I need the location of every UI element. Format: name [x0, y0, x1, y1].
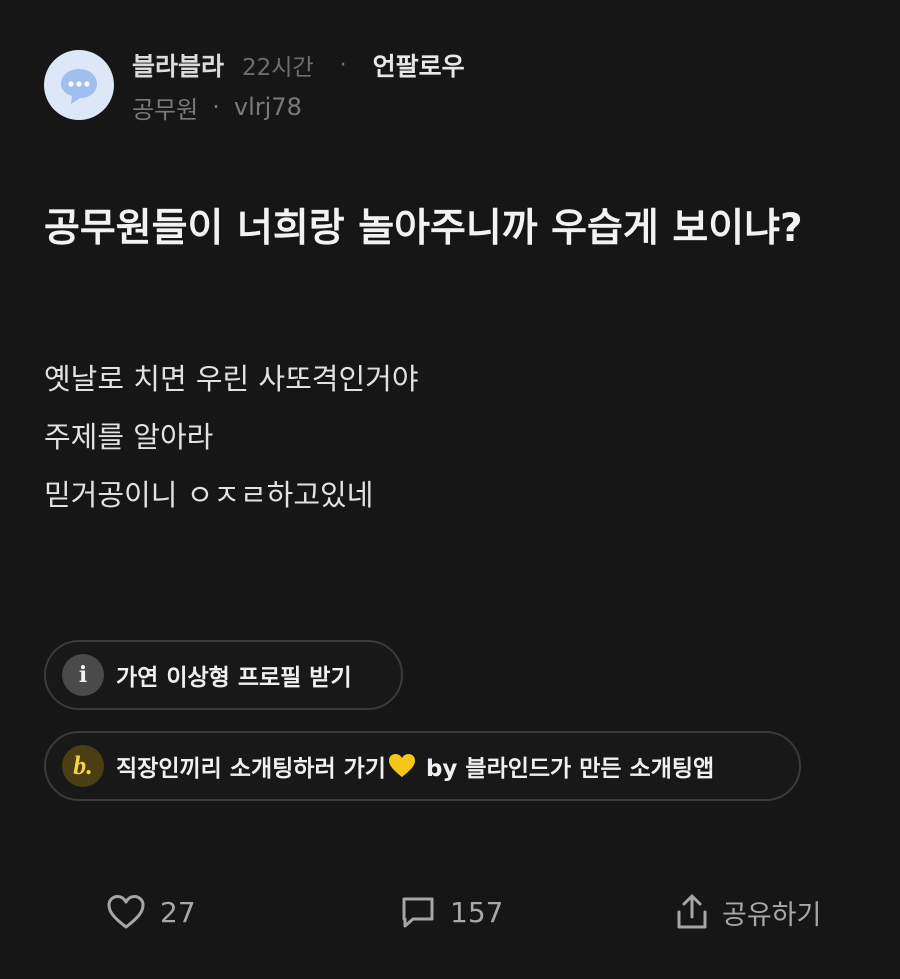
- unfollow-button[interactable]: 언팔로우: [373, 47, 465, 83]
- heart-icon: [107, 895, 145, 929]
- promo-label-text: 직장인끼리 소개팅하러 가기: [116, 756, 386, 782]
- speech-bubble-icon: [61, 69, 97, 104]
- comment-count: 157: [450, 895, 504, 929]
- post-header: 블라블라 22시간 · 언팔로우 공무원 · vlrj78: [44, 48, 864, 128]
- body-line: 주제를 알아라: [44, 420, 214, 454]
- like-button[interactable]: 27: [106, 888, 196, 936]
- post-time: 22시간: [242, 55, 314, 81]
- share-label: 공유하기: [722, 899, 822, 931]
- author-nickname: vlrj78: [233, 93, 302, 121]
- share-icon: [677, 894, 707, 929]
- comment-button[interactable]: 157: [400, 888, 503, 936]
- post-body: 옛날로 치면 우린 사또격인거야 주제를 알아라 믿거공이니 ㅇㅈㄹ하고있네: [44, 350, 844, 524]
- author-company: 공무원: [132, 95, 199, 124]
- body-line: 옛날로 치면 우린 사또격인거야: [44, 362, 419, 396]
- author-line: 공무원 · vlrj78: [132, 90, 302, 124]
- meta-separator: ·: [339, 52, 347, 78]
- promo-label: 직장인끼리 소개팅하러 가기 by 블라인드가 만든 소개팅앱: [116, 749, 714, 783]
- promo-chip-dating[interactable]: b. 직장인끼리 소개팅하러 가기 by 블라인드가 만든 소개팅앱: [44, 731, 801, 801]
- yellow-heart-icon: [388, 754, 415, 777]
- post-title: 공무원들이 너희랑 놀아주니까 우습게 보이냐?: [44, 206, 803, 251]
- post-meta-line: 블라블라 22시간 · 언팔로우: [132, 48, 465, 82]
- channel-avatar[interactable]: [44, 50, 114, 120]
- author-separator: ·: [212, 93, 220, 121]
- promo-label: 가연 이상형 프로필 받기: [116, 665, 352, 691]
- channel-name[interactable]: 블라블라: [132, 47, 224, 83]
- like-count: 27: [160, 895, 196, 929]
- promo-label-suffix: by 블라인드가 만든 소개팅앱: [417, 756, 715, 782]
- comment-icon: [402, 897, 434, 928]
- body-line: 믿거공이니 ㅇㅈㄹ하고있네: [44, 478, 374, 512]
- blind-b-icon: b.: [62, 745, 104, 787]
- share-button[interactable]: 공유하기: [674, 888, 821, 936]
- info-icon: i: [62, 654, 104, 696]
- promo-chip-profile[interactable]: i 가연 이상형 프로필 받기: [44, 640, 403, 710]
